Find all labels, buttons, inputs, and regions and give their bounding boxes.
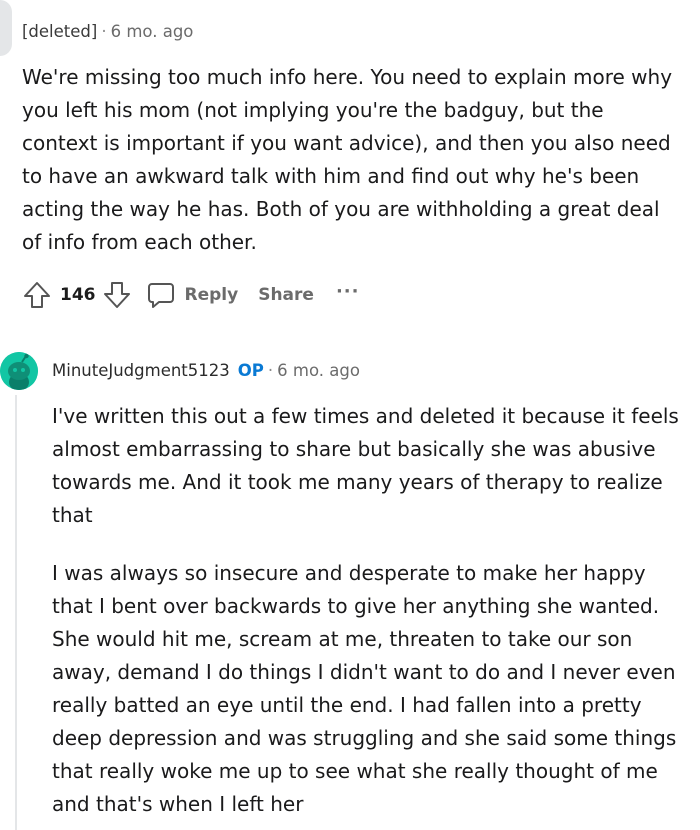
comment-paragraph: I've written this out a few times and de…: [52, 404, 679, 527]
downvote-arrow-icon[interactable]: [102, 280, 132, 310]
comment-paragraph: I was always so insecure and desperate t…: [52, 561, 677, 816]
more-options-icon[interactable]: ···: [336, 281, 360, 302]
meta-separator: ·: [101, 22, 107, 41]
upvote-arrow-icon[interactable]: [22, 280, 52, 310]
comment-body-op: I've written this out a few times and de…: [52, 400, 682, 830]
share-button[interactable]: Share: [258, 285, 314, 305]
comment-body: We're missing too much info here. You ne…: [22, 65, 673, 254]
comment-thread-line[interactable]: [15, 395, 17, 830]
op-badge: OP: [237, 361, 264, 380]
comment-author: [deleted]: [22, 22, 98, 41]
reply-button[interactable]: Reply: [146, 280, 239, 310]
vote-score: 146: [60, 285, 96, 305]
comment-timestamp[interactable]: 6 mo. ago: [111, 22, 194, 41]
speech-bubble-icon: [146, 280, 176, 310]
comment-timestamp[interactable]: 6 mo. ago: [277, 361, 360, 380]
comment-meta: [deleted] · 6 mo. ago: [22, 22, 193, 41]
reply-label: Reply: [184, 285, 239, 305]
comment-meta-op: MinuteJudgment5123 OP · 6 mo. ago: [52, 361, 360, 380]
comment-action-bar: 146 Reply Share ···: [22, 278, 359, 312]
snoo-avatar-icon[interactable]: [0, 352, 38, 390]
meta-separator: ·: [267, 361, 274, 380]
comment-author-op[interactable]: MinuteJudgment5123: [52, 361, 230, 380]
parent-thread-line[interactable]: [0, 0, 12, 56]
